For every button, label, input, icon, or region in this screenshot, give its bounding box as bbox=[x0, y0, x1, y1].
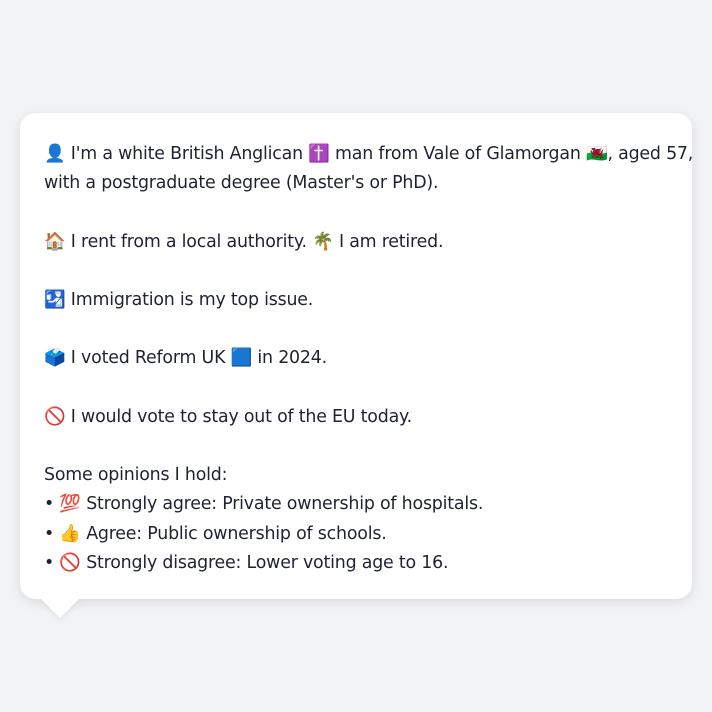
opinion-text: Strongly agree: Private ownership of hos… bbox=[86, 494, 484, 515]
work-status-text: I am retired. bbox=[338, 231, 444, 252]
profile-card: 👤 I'm a white British Anglican ✝️ man fr… bbox=[20, 113, 693, 599]
opinion-item: • 🚫 Strongly disagree: Lower voting age … bbox=[44, 549, 668, 578]
eu-line: 🚫 I would vote to stay out of the EU tod… bbox=[44, 403, 668, 432]
issue-text: Immigration is my top issue. bbox=[70, 289, 314, 310]
cross-icon: ✝️ bbox=[308, 144, 330, 164]
wales-flag-icon: 🏴󠁧󠁢󠁷󠁬󠁳󠁿 bbox=[585, 144, 608, 164]
opinion-text: Strongly disagree: Lower voting age to 1… bbox=[86, 552, 449, 573]
vote-text-after: in 2024. bbox=[257, 348, 327, 369]
ballot-box-icon: 🗳️ bbox=[44, 348, 66, 369]
opinions-heading: Some opinions I hold: bbox=[44, 465, 228, 486]
opinion-item: • 👍 Agree: Public ownership of schools. bbox=[44, 520, 668, 549]
prohibited-icon: 🚫 bbox=[59, 552, 81, 573]
vote-line: 🗳️ I voted Reform UK 🟦 in 2024. bbox=[44, 344, 668, 373]
opinion-text: Agree: Public ownership of schools. bbox=[86, 523, 387, 544]
bubble-tail bbox=[40, 598, 80, 618]
bullet: • bbox=[44, 494, 55, 515]
housing-line: 🏠 I rent from a local authority. 🌴 I am … bbox=[44, 228, 668, 257]
person-icon: 👤 bbox=[44, 144, 66, 164]
thumbs-up-icon: 👍 bbox=[59, 523, 81, 544]
identity-location-text: man from Vale of Glamorgan bbox=[335, 144, 581, 164]
passport-control-icon: 🛂 bbox=[44, 289, 66, 310]
identity-text: I'm a white British Anglican bbox=[70, 144, 303, 164]
housing-text: I rent from a local authority. bbox=[70, 231, 307, 252]
house-icon: 🏠 bbox=[44, 231, 66, 252]
identity-age-text: , aged 57, bbox=[607, 144, 694, 164]
opinion-item: • 💯 Strongly agree: Private ownership of… bbox=[44, 490, 668, 519]
education-line: with a postgraduate degree (Master's or … bbox=[44, 173, 439, 194]
blue-square-icon: 🟦 bbox=[230, 348, 253, 369]
issue-line: 🛂 Immigration is my top issue. bbox=[44, 286, 668, 315]
palm-tree-icon: 🌴 bbox=[312, 231, 334, 252]
bullet: • bbox=[44, 523, 55, 544]
prohibited-icon: 🚫 bbox=[44, 406, 66, 427]
eu-text: I would vote to stay out of the EU today… bbox=[70, 406, 412, 427]
hundred-points-icon: 💯 bbox=[59, 494, 81, 515]
bullet: • bbox=[44, 552, 55, 573]
identity-line-1: 👤 I'm a white British Anglican ✝️ man fr… bbox=[44, 140, 693, 169]
vote-text-before: I voted Reform UK bbox=[70, 348, 226, 369]
